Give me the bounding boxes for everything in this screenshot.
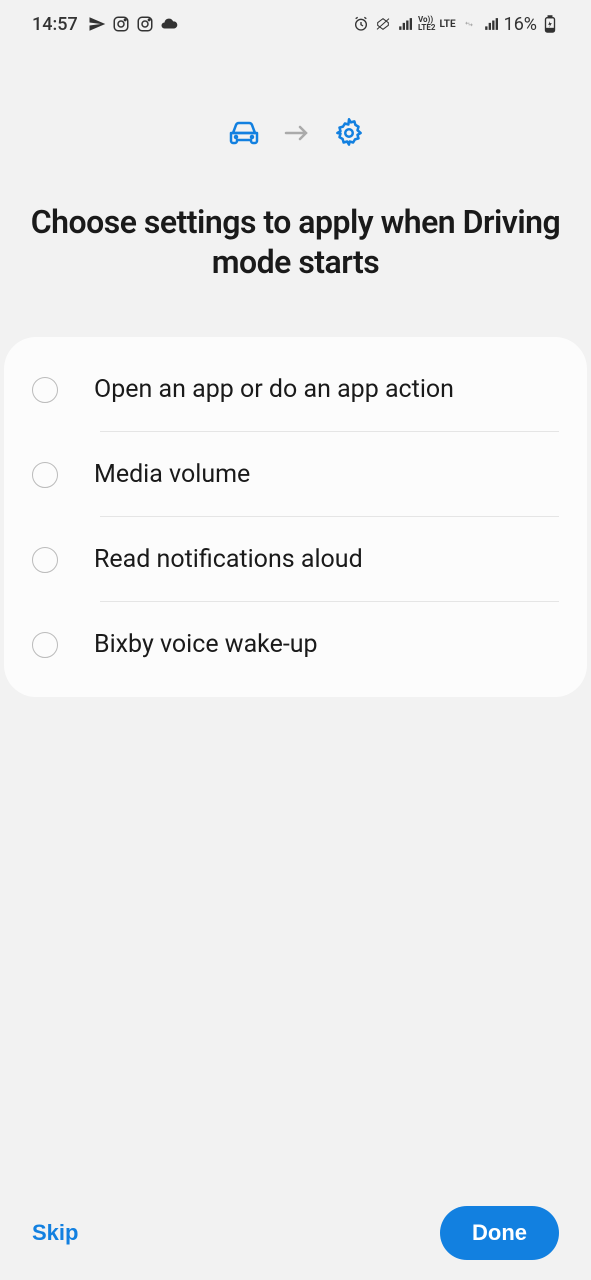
option-open-app[interactable]: Open an app or do an app action	[4, 347, 587, 432]
lte-label: LTE	[439, 19, 455, 30]
option-media-volume[interactable]: Media volume	[4, 432, 587, 517]
lte-stack-icon: Vo)) LTE2	[418, 16, 436, 32]
cloud-icon	[160, 15, 178, 33]
bottom-bar: Skip Done	[0, 1206, 591, 1260]
header-graphic	[0, 118, 591, 152]
signal-icon	[396, 15, 414, 33]
radio-icon	[32, 632, 58, 658]
skip-button[interactable]: Skip	[32, 1220, 78, 1246]
arrow-right-icon	[284, 124, 310, 146]
status-right: Vo)) LTE2 LTE 16%	[352, 14, 559, 35]
radio-icon	[32, 547, 58, 573]
alarm-icon	[352, 15, 370, 33]
page-title: Choose settings to apply when Driving mo…	[0, 202, 591, 282]
status-bar: 14:57 Vo)) LTE2 LTE	[0, 0, 591, 48]
status-left: 14:57	[32, 14, 178, 35]
options-card: Open an app or do an app action Media vo…	[4, 337, 587, 697]
instagram-icon	[112, 15, 130, 33]
status-time: 14:57	[32, 14, 78, 35]
option-label: Open an app or do an app action	[94, 375, 454, 404]
done-button[interactable]: Done	[440, 1206, 559, 1260]
radio-icon	[32, 462, 58, 488]
telegram-icon	[88, 15, 106, 33]
car-icon	[228, 119, 260, 151]
instagram-icon	[136, 15, 154, 33]
signal-icon	[482, 15, 500, 33]
gear-icon	[334, 118, 364, 152]
option-label: Read notifications aloud	[94, 545, 363, 574]
option-bixby-wakeup[interactable]: Bixby voice wake-up	[4, 602, 587, 687]
data-arrows-icon	[460, 15, 478, 33]
battery-icon	[541, 15, 559, 33]
option-read-notifications[interactable]: Read notifications aloud	[4, 517, 587, 602]
battery-percentage: 16%	[504, 14, 537, 35]
vibrate-icon	[374, 15, 392, 33]
option-label: Bixby voice wake-up	[94, 630, 318, 659]
radio-icon	[32, 377, 58, 403]
option-label: Media volume	[94, 460, 250, 489]
